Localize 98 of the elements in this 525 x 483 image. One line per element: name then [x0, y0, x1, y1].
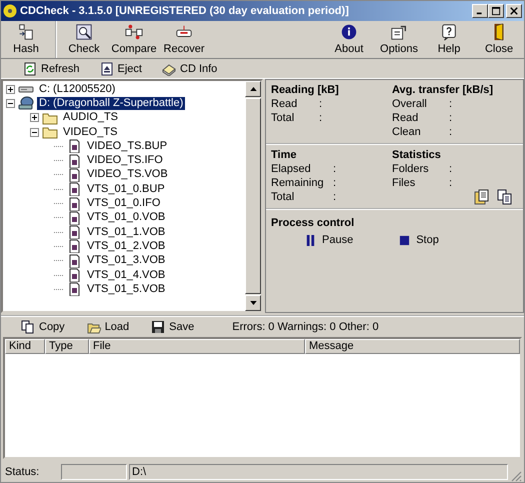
field-colon: : — [449, 97, 452, 111]
pause-button[interactable]: Pause — [305, 234, 354, 246]
status-panel — [61, 464, 127, 480]
column-header[interactable]: File — [89, 339, 305, 354]
save-button[interactable]: Save — [147, 320, 198, 334]
maximize-icon — [492, 6, 500, 16]
tree-item[interactable]: VTS_01_2.VOB — [85, 240, 168, 253]
pause-icon — [305, 234, 316, 246]
tree-item[interactable]: C: (L12005520) — [37, 82, 118, 96]
tree-item[interactable]: D: (Dragonball Z-Superbattle) — [37, 96, 186, 110]
stop-icon — [399, 234, 410, 246]
minus-icon — [6, 98, 15, 108]
eject-button[interactable]: Eject — [96, 62, 146, 76]
folder-icon — [42, 125, 58, 140]
field-colon: : — [333, 162, 336, 176]
info-button[interactable]: CD Info — [158, 62, 222, 76]
clipboard-icon[interactable] — [473, 189, 489, 205]
field-colon: : — [319, 97, 322, 111]
refresh-button[interactable]: Refresh — [19, 62, 84, 76]
compare-button[interactable]: Compare — [109, 21, 159, 58]
field-colon: : — [449, 162, 452, 176]
stop-button[interactable]: Stop — [399, 234, 439, 246]
tree-item[interactable]: AUDIO_TS — [61, 111, 120, 124]
tree-item[interactable]: VIDEO_TS — [61, 126, 120, 139]
eject-icon — [100, 62, 114, 76]
field-colon: : — [333, 176, 336, 190]
field-colon: : — [449, 176, 452, 190]
section-heading: Process control — [271, 216, 356, 230]
status-path: D:\ — [129, 464, 508, 480]
status-label: Status: — [4, 466, 40, 478]
window-title: CDCheck - 3.1.5.0 [UNREGISTERED (30 day evaluation period)] — [20, 5, 350, 17]
disc-drive-icon — [18, 96, 34, 110]
tree-item[interactable]: VIDEO_TS.IFO — [85, 154, 165, 168]
close-icon — [510, 7, 518, 15]
magnifier-icon — [75, 23, 93, 41]
maximize-button[interactable] — [488, 4, 504, 18]
load-button[interactable]: Load — [82, 320, 134, 334]
plus-icon — [30, 113, 39, 122]
field-colon: : — [449, 111, 452, 125]
field-colon: : — [319, 111, 322, 125]
help-button[interactable]: Help — [424, 21, 474, 58]
collapse-toggle[interactable] — [6, 98, 15, 108]
field-label: Read — [271, 97, 298, 111]
expand-toggle[interactable] — [30, 113, 39, 122]
disc-icon — [3, 4, 17, 18]
refresh-icon — [23, 62, 37, 76]
plus-icon — [6, 84, 15, 94]
tree-item[interactable]: VIDEO_TS.BUP — [85, 140, 170, 153]
help-icon — [440, 23, 458, 41]
compare-icon — [125, 23, 143, 41]
field-label: Total — [271, 190, 296, 204]
field-label: Clean — [392, 125, 422, 139]
scrollbar[interactable] — [245, 81, 261, 311]
column-header[interactable]: Message — [305, 339, 520, 354]
tree-item[interactable]: VTS_01_1.VOB — [85, 226, 168, 239]
settings-icon — [390, 23, 408, 41]
tree-item[interactable]: VTS_01_4.VOB — [85, 268, 168, 282]
log-summary: Errors: 0 Warnings: 0 Other: 0 — [232, 321, 379, 333]
recover-button[interactable]: Recover — [159, 21, 209, 58]
copy-icon[interactable] — [497, 189, 513, 205]
expand-toggle[interactable] — [6, 84, 15, 94]
tree-item[interactable]: VTS_01_0.VOB — [85, 211, 168, 224]
section-heading: Statistics — [392, 148, 442, 162]
copy-icon — [21, 320, 35, 334]
tree-item[interactable]: VTS_01_0.BUP — [85, 182, 167, 196]
field-colon: : — [449, 125, 452, 139]
section-heading: Reading [kB] — [271, 83, 340, 97]
field-label: Total — [271, 111, 296, 125]
hash-button[interactable]: Hash — [1, 21, 51, 58]
copy-button[interactable]: Copy — [17, 320, 69, 334]
field-label: Read — [392, 111, 420, 125]
field-label: Elapsed — [271, 162, 312, 176]
tree-item[interactable]: VTS_01_0.IFO — [85, 197, 162, 210]
options-button[interactable]: Options — [374, 21, 424, 58]
document-arrow-icon — [17, 23, 35, 41]
field-colon: : — [333, 190, 336, 204]
column-header[interactable]: Kind — [5, 339, 45, 354]
collapse-toggle[interactable] — [30, 128, 39, 137]
close-button[interactable] — [506, 4, 522, 18]
section-heading: Avg. transfer [kB/s] — [392, 83, 494, 97]
field-label: Folders — [392, 162, 430, 176]
tree-item[interactable]: VIDEO_TS.VOB — [85, 168, 170, 182]
field-label: Remaining — [271, 176, 325, 190]
down-arrow-icon[interactable] — [250, 301, 256, 305]
up-arrow-icon[interactable] — [250, 87, 256, 91]
field-label: Overall — [392, 97, 428, 111]
column-header[interactable]: Type — [45, 339, 89, 354]
minus-icon — [30, 128, 39, 137]
close-button[interactable]: Close — [474, 21, 524, 58]
field-label: Files — [392, 176, 416, 190]
check-button[interactable]: Check — [59, 21, 109, 58]
section-heading: Time — [271, 148, 298, 162]
info-icon — [340, 23, 358, 41]
about-button[interactable]: About — [324, 21, 374, 58]
minimize-button[interactable] — [472, 4, 488, 18]
tree-item[interactable]: VTS_01_5.VOB — [85, 282, 168, 296]
tree-item[interactable]: VTS_01_3.VOB — [85, 254, 168, 268]
resize-grip-icon[interactable] — [510, 470, 522, 482]
